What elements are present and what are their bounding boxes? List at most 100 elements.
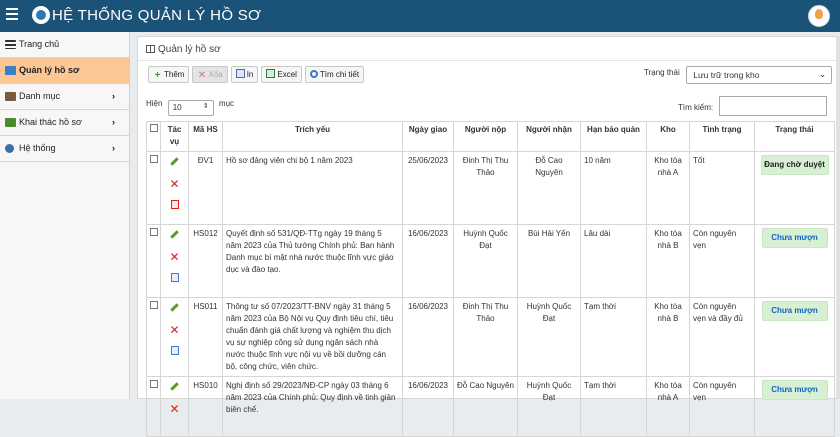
delete-icon[interactable]: ✕	[164, 402, 185, 424]
panel-title: Quản lý hồ sơ	[158, 44, 221, 55]
record-receiver: Bùi Hải Yến	[517, 224, 581, 298]
edit-icon[interactable]	[164, 301, 185, 323]
detail-search-button-label: Tìm chi tiết	[319, 70, 360, 79]
row-actions: ✕	[160, 376, 189, 437]
record-date: 16/06/2023	[402, 224, 454, 298]
inbox-icon	[5, 66, 16, 75]
app-logo	[32, 6, 50, 24]
records-table: Tác vụ Mã HS Trích yếu Ngày giao Người n…	[146, 121, 835, 437]
table-row[interactable]: ✕ ĐV1 Hồ sơ đảng viên chi bộ 1 năm 2023 …	[146, 151, 835, 225]
record-receiver: Huỳnh Quốc Đạt	[517, 376, 581, 437]
status-badge[interactable]: Chưa mượn	[761, 301, 828, 321]
sidebar-item-label: Hệ thống	[19, 143, 56, 153]
document-icon[interactable]	[164, 272, 185, 294]
document-icon[interactable]	[164, 345, 185, 367]
row-select-cell	[146, 151, 161, 225]
column-header[interactable]: Mã HS	[188, 121, 223, 152]
column-header[interactable]: Trích yếu	[222, 121, 403, 152]
sidebar-item-exploit[interactable]: Khai thác hồ sơ ›	[0, 110, 129, 136]
panel-header: Quản lý hồ sơ	[138, 37, 836, 61]
sidebar-item-catalog[interactable]: Danh mục ›	[0, 84, 129, 110]
chevron-down-icon: ⌄	[818, 69, 827, 79]
record-receiver: Đỗ Cao Nguyên	[517, 151, 581, 225]
record-retention: 10 năm	[580, 151, 647, 225]
record-summary: Hồ sơ đảng viên chi bộ 1 năm 2023	[222, 151, 403, 225]
document-red-icon[interactable]	[164, 199, 185, 221]
record-summary: Quyết định số 531/QĐ-TTg ngày 19 tháng 5…	[222, 224, 403, 298]
edit-icon[interactable]	[164, 155, 185, 177]
column-header[interactable]: Người nhận	[517, 121, 581, 152]
table-row[interactable]: ✕ HS010 Nghị định số 29/2023/NĐ-CP ngày …	[146, 376, 835, 437]
user-avatar[interactable]	[808, 5, 830, 27]
list-icon	[5, 92, 16, 101]
column-header[interactable]: Hạn bảo quản	[580, 121, 647, 152]
record-summary: Nghị định số 29/2023/NĐ-CP ngày 03 tháng…	[222, 376, 403, 437]
row-checkbox[interactable]	[150, 155, 158, 163]
search-input[interactable]	[719, 96, 828, 116]
status-badge[interactable]: Đang chờ duyệt	[760, 155, 829, 175]
add-button[interactable]: + Thêm	[148, 66, 190, 83]
row-checkbox[interactable]	[150, 228, 158, 236]
row-checkbox[interactable]	[150, 380, 158, 388]
sidebar: Trang chủ Quản lý hồ sơ Danh mục › Khai …	[0, 32, 130, 399]
excel-button[interactable]: Excel	[261, 66, 302, 83]
record-code: HS010	[188, 376, 223, 437]
column-header[interactable]: Tình trạng	[689, 121, 755, 152]
record-submitter: Đỗ Cao Nguyên	[453, 376, 518, 437]
column-header[interactable]: Trạng thái	[754, 121, 835, 152]
record-condition: Còn nguyên vẹn	[689, 224, 755, 298]
sidebar-item-label: Khai thác hồ sơ	[19, 117, 82, 127]
detail-search-button[interactable]: Tìm chi tiết	[304, 66, 365, 83]
delete-button[interactable]: ✕ Xóa	[192, 66, 228, 83]
status-filter-select[interactable]: Lưu trữ trong kho ⌄	[686, 66, 833, 84]
select-all-checkbox[interactable]	[150, 124, 158, 132]
column-header[interactable]: Kho	[646, 121, 690, 152]
hamburger-menu-icon[interactable]	[6, 8, 18, 20]
record-submitter: Đinh Thị Thu Thảo	[453, 151, 518, 225]
delete-icon[interactable]: ✕	[164, 323, 185, 345]
print-button[interactable]: In	[230, 66, 259, 83]
sidebar-item-label: Quản lý hồ sơ	[19, 65, 80, 75]
page-length-control: Hiện 10 ⇕ mục	[146, 99, 234, 116]
record-status-cell: Đang chờ duyệt	[754, 151, 835, 225]
table-row[interactable]: ✕ HS012 Quyết định số 531/QĐ-TTg ngày 19…	[146, 224, 835, 298]
sort-arrows-icon: ⇕	[202, 103, 209, 110]
sidebar-item-records[interactable]: Quản lý hồ sơ	[0, 58, 129, 84]
record-retention: Lâu dài	[580, 224, 647, 298]
status-badge[interactable]: Chưa mượn	[761, 380, 828, 400]
column-header[interactable]: Người nộp	[453, 121, 518, 152]
row-checkbox[interactable]	[150, 301, 158, 309]
record-status-cell: Chưa mượn	[754, 297, 835, 377]
page-length-select[interactable]: 10 ⇕	[167, 100, 214, 116]
table-header-row: Tác vụ Mã HS Trích yếu Ngày giao Người n…	[146, 121, 835, 152]
row-actions: ✕	[160, 224, 189, 298]
delete-icon[interactable]: ✕	[164, 250, 185, 272]
select-all-cell	[146, 121, 161, 152]
status-badge[interactable]: Chưa mượn	[761, 228, 828, 248]
gear-icon	[5, 144, 14, 153]
record-submitter: Huỳnh Quốc Đạt	[453, 224, 518, 298]
chevron-right-icon: ›	[112, 117, 115, 127]
status-filter: Trạng thái Lưu trữ trong kho ⌄	[644, 66, 833, 84]
record-warehouse: Kho tòa nhà B	[646, 297, 690, 377]
delete-icon[interactable]: ✕	[164, 177, 185, 199]
page-scrollbar[interactable]	[836, 36, 840, 399]
page-length-value: 10	[172, 103, 182, 112]
sidebar-item-label: Danh mục	[19, 91, 61, 101]
search-label: Tìm kiếm:	[678, 103, 714, 112]
record-receiver: Huỳnh Quốc Đạt	[517, 297, 581, 377]
chevron-right-icon: ›	[112, 143, 115, 153]
edit-icon[interactable]	[164, 228, 185, 250]
record-retention: Tạm thời	[580, 376, 647, 437]
status-filter-label: Trạng thái	[644, 68, 680, 77]
record-date: 16/06/2023	[402, 376, 454, 437]
record-condition: Còn nguyên vẹn	[689, 376, 755, 437]
excel-button-label: Excel	[277, 70, 297, 79]
record-status-cell: Chưa mượn	[754, 224, 835, 298]
column-header[interactable]: Tác vụ	[160, 121, 189, 152]
sidebar-item-system[interactable]: Hệ thống ›	[0, 136, 129, 162]
table-row[interactable]: ✕ HS011 Thông tư số 07/2023/TT-BNV ngày …	[146, 297, 835, 377]
column-header[interactable]: Ngày giao	[402, 121, 454, 152]
sidebar-item-home[interactable]: Trang chủ	[0, 32, 129, 58]
record-summary: Thông tư số 07/2023/TT-BNV ngày 31 tháng…	[222, 297, 403, 377]
